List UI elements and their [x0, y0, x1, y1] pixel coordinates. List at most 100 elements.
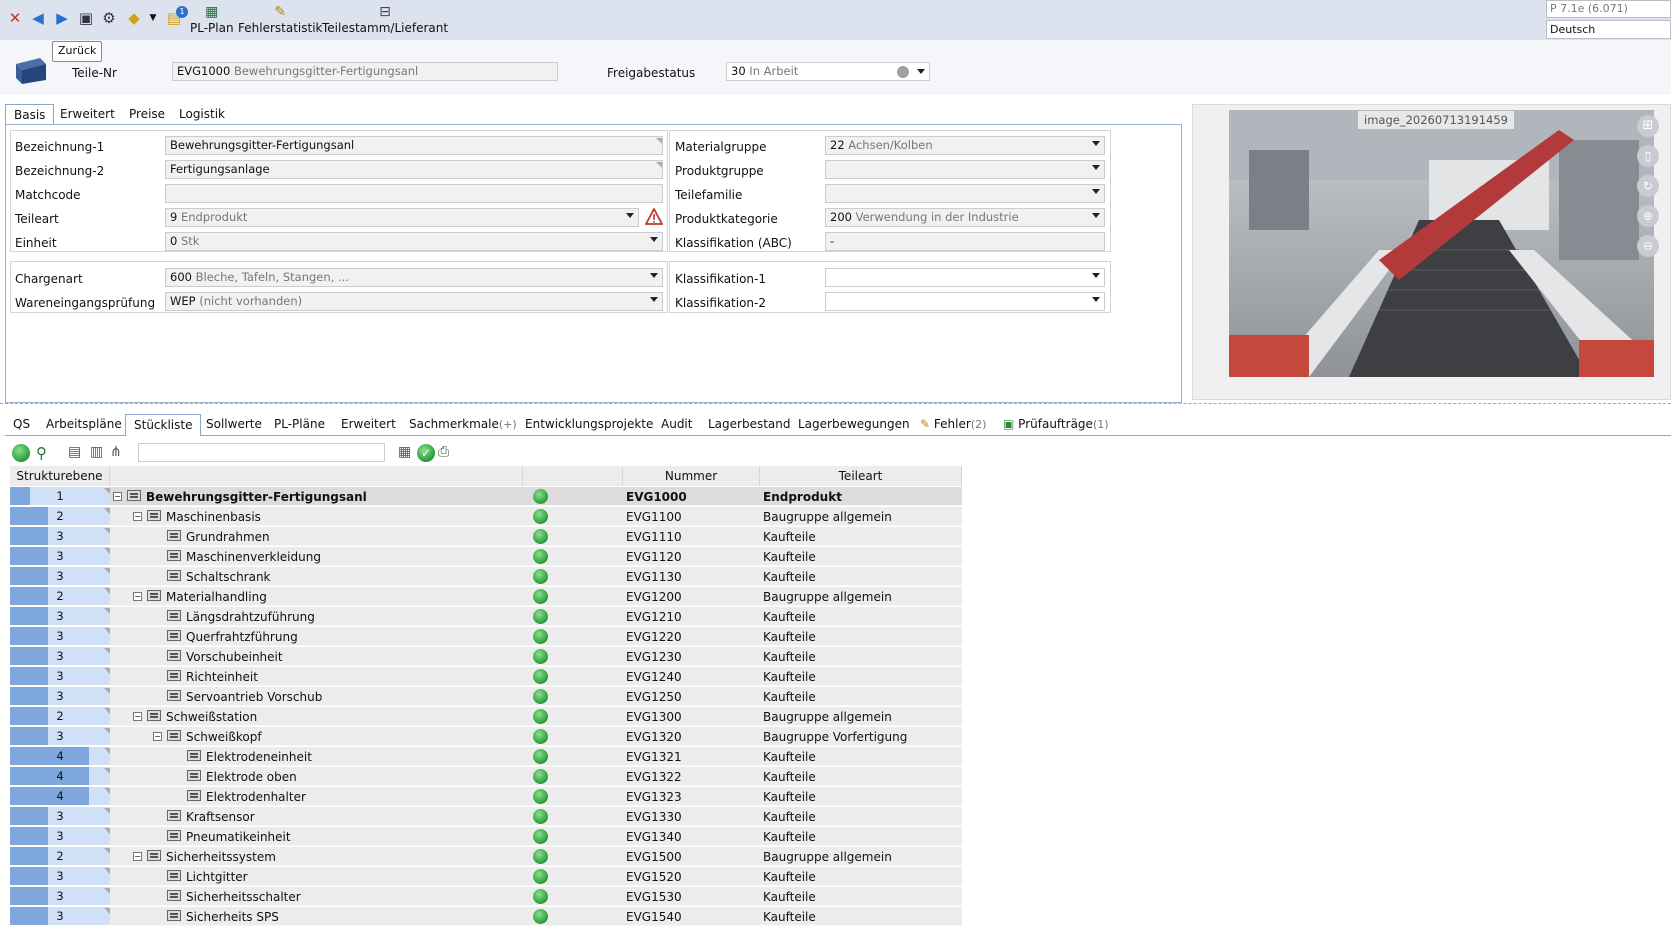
bezeichnung-2-field[interactable]: Fertigungsanlage	[165, 160, 663, 179]
refresh-icon[interactable]	[12, 444, 30, 462]
collapse-toggle-icon[interactable]: −	[133, 712, 142, 721]
fehlerstatistik-button[interactable]: ✎ Fehlerstatistik	[238, 0, 322, 40]
column-strukturebene[interactable]: Strukturebene	[10, 466, 110, 486]
collapse-toggle-icon[interactable]: −	[113, 492, 122, 501]
collapse-toggle-icon[interactable]: −	[133, 852, 142, 861]
tab-erweitert-2[interactable]: Erweitert	[333, 414, 404, 435]
klassifikation-abc-field[interactable]: -	[825, 232, 1105, 251]
machine-photo[interactable]	[1229, 110, 1654, 377]
level-value: 3	[56, 889, 64, 903]
tab-pruefauftraege[interactable]: ▣ Prüfaufträge(1)	[995, 414, 1117, 435]
wareneingangspruefung-select[interactable]: WEP (nicht vorhanden)	[165, 292, 663, 311]
tab-pl-plaene[interactable]: PL-Pläne	[266, 414, 333, 435]
language-select[interactable]: Deutsch	[1546, 20, 1671, 39]
tree-row[interactable]: 2 − Maschinenbasis EVG1100 Baugruppe allgeme…	[10, 506, 962, 526]
tab-arbeitsplaene[interactable]: Arbeitspläne	[38, 414, 130, 435]
klassifikation-2-select[interactable]	[825, 292, 1105, 311]
tab-lagerbestand[interactable]: Lagerbestand	[700, 414, 799, 435]
teilefamilie-select[interactable]	[825, 184, 1105, 203]
freigabe-select[interactable]: 30 In Arbeit	[726, 62, 930, 81]
tree-row[interactable]: 3 Servoantrieb Vorschub EVG1250 Kaufteile	[10, 686, 962, 706]
search-icon[interactable]: ⚲	[36, 444, 54, 462]
tree-row[interactable]: 3 Querfrahtzführung EVG1220 Kaufteile	[10, 626, 962, 646]
grid-icon[interactable]: ⊞	[1637, 115, 1659, 137]
tab-sollwerte[interactable]: Sollwerte	[198, 414, 270, 435]
zoom-in-icon[interactable]: ⊕	[1637, 205, 1659, 227]
pl-plan-button[interactable]: ▦ PL-Plan	[190, 0, 234, 40]
folder-icon[interactable]: ◆	[124, 8, 144, 28]
column-teileart[interactable]: Teileart	[760, 466, 962, 486]
matchcode-field[interactable]	[165, 184, 663, 203]
refresh-icon[interactable]: ↻	[1637, 175, 1659, 197]
collapse-toggle-icon[interactable]: −	[133, 592, 142, 601]
tab-logistik[interactable]: Logistik	[171, 104, 233, 125]
tree-row[interactable]: 3 Kraftsensor EVG1330 Kaufteile	[10, 806, 962, 826]
tab-sachmerkmale[interactable]: Sachmerkmale(+)	[401, 414, 525, 435]
tree-row[interactable]: 2 − Materialhandling EVG1200 Baugruppe allge…	[10, 586, 962, 606]
produktgruppe-select[interactable]	[825, 160, 1105, 179]
tab-entwicklungsprojekte[interactable]: Entwicklungsprojekte	[517, 414, 661, 435]
close-icon[interactable]: ✕	[5, 8, 25, 28]
column-status[interactable]	[523, 466, 623, 486]
tree-row[interactable]: 3 Längsdrahtzuführung EVG1210 Kaufteile	[10, 606, 962, 626]
tree-row[interactable]: 4 Elektrode oben EVG1322 Kaufteile	[10, 766, 962, 786]
tab-basis[interactable]: Basis	[5, 104, 55, 126]
tree-row[interactable]: 4 Elektrodeneinheit EVG1321 Kaufteile	[10, 746, 962, 766]
klassifikation-1-select[interactable]	[825, 268, 1105, 287]
document-icon[interactable]: ▯	[1637, 145, 1659, 167]
teile-nr-field[interactable]: EVG1000 Bewehrungsgitter-Fertigungsanl	[172, 62, 558, 81]
tree-row[interactable]: 3 Lichtgitter EVG1520 Kaufteile	[10, 866, 962, 886]
einheit-select[interactable]: 0 Stk	[165, 232, 663, 251]
chargenart-select[interactable]: 600 Bleche, Tafeln, Stangen, ...	[165, 268, 663, 287]
check-icon[interactable]: ✓	[417, 444, 435, 462]
tab-lagerbewegungen[interactable]: Lagerbewegungen	[790, 414, 918, 435]
collapse-icon[interactable]: ▥	[90, 444, 108, 462]
teilestamm-lieferant-button[interactable]: ⊟ Teilestamm/Lieferant	[322, 0, 448, 40]
tree-row[interactable]: 2 − Schweißstation EVG1300 Baugruppe allgeme…	[10, 706, 962, 726]
expand-icon[interactable]: ▤	[68, 444, 86, 462]
column-name[interactable]	[110, 466, 523, 486]
tab-preise[interactable]: Preise	[121, 104, 173, 125]
tree-row[interactable]: 3 Richteinheit EVG1240 Kaufteile	[10, 666, 962, 686]
settings-icon[interactable]: ⚙	[99, 8, 119, 28]
tree-row[interactable]: 3 Maschinenverkleidung EVG1120 Kaufteile	[10, 546, 962, 566]
tree-row[interactable]: 3 Sicherheitsschalter EVG1530 Kaufteile	[10, 886, 962, 906]
tree-row[interactable]: 3 Sicherheits SPS EVG1540 Kaufteile	[10, 906, 962, 926]
structure-icon[interactable]: ⋔	[110, 444, 128, 462]
tree-row[interactable]: 3 Pneumatikeinheit EVG1340 Kaufteile	[10, 826, 962, 846]
tree-row[interactable]: 3 Grundrahmen EVG1110 Kaufteile	[10, 526, 962, 546]
teileart-cell: Baugruppe allgemein	[760, 847, 962, 866]
tab-stueckliste[interactable]: Stückliste	[125, 414, 202, 436]
tree-filter-input[interactable]	[138, 443, 385, 462]
tab-fehler[interactable]: ✎ Fehler(2)	[912, 414, 994, 435]
teileart-select[interactable]: 9 Endprodukt	[165, 208, 639, 227]
collapse-toggle-icon[interactable]: −	[133, 512, 142, 521]
status-ok-icon	[533, 589, 548, 604]
bezeichnung-1-field[interactable]: Bewehrungsgitter-Fertigungsanl	[165, 136, 663, 155]
part-number: EVG1200	[626, 590, 682, 604]
produktkategorie-label: Produktkategorie	[675, 212, 778, 226]
tab-audit[interactable]: Audit	[653, 414, 700, 435]
collapse-toggle-icon[interactable]: −	[153, 732, 162, 741]
splitter[interactable]	[0, 403, 1671, 407]
forward-icon[interactable]: ▶	[52, 8, 72, 28]
tree-row[interactable]: 2 − Sicherheitssystem EVG1500 Baugruppe allg…	[10, 846, 962, 866]
tree-row[interactable]: 3 Vorschubeinheit EVG1230 Kaufteile	[10, 646, 962, 666]
tab-qs[interactable]: QS	[5, 414, 38, 435]
part-type: Baugruppe allgemein	[763, 850, 892, 864]
materialgruppe-select[interactable]: 22 Achsen/Kolben	[825, 136, 1105, 155]
column-nummer[interactable]: Nummer	[623, 466, 760, 486]
back-icon[interactable]: ◀	[28, 8, 48, 28]
zoom-out-icon[interactable]: ⊖	[1637, 235, 1659, 257]
chevron-down-icon[interactable]: ▼	[143, 8, 163, 28]
tab-erweitert[interactable]: Erweitert	[52, 104, 123, 125]
tree-row[interactable]: 3 − Schweißkopf EVG1320 Baugruppe Vorfertigu…	[10, 726, 962, 746]
export-icon[interactable]: ▦	[398, 444, 414, 462]
tree-row[interactable]: 4 Elektrodenhalter EVG1323 Kaufteile	[10, 786, 962, 806]
produktkategorie-select[interactable]: 200 Verwendung in der Industrie	[825, 208, 1105, 227]
teilefamilie-label: Teilefamilie	[675, 188, 743, 202]
tree-row[interactable]: 1 − Bewehrungsgitter-Fertigungsanl EVG1000 E…	[10, 486, 962, 506]
tree-row[interactable]: 3 Schaltschrank EVG1130 Kaufteile	[10, 566, 962, 586]
save-icon[interactable]: ▣	[76, 8, 96, 28]
print-icon[interactable]: ⎙	[438, 444, 456, 462]
